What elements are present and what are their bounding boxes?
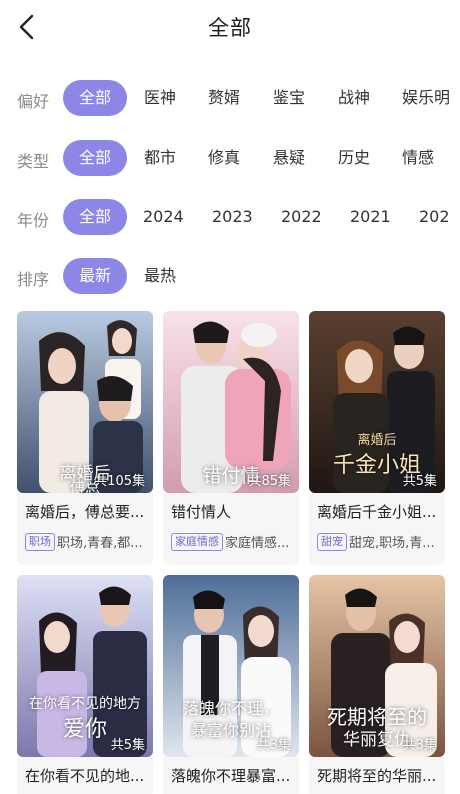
filter-chip-all[interactable]: 全部 <box>63 199 127 235</box>
filter-chip[interactable]: 医神 <box>144 80 176 116</box>
drama-card[interactable]: 落魄你不理， 暴富你别沾 共3集 落魄你不理暴富... <box>163 575 299 794</box>
episode-count: 共105集 <box>94 474 145 489</box>
filter-label: 排序 <box>17 270 50 289</box>
filter-chip[interactable]: 赘婿 <box>208 80 240 116</box>
filter-chip-all[interactable]: 全部 <box>63 140 127 176</box>
poster-subtitle: 离婚后 <box>357 433 397 448</box>
poster-title: 在你看不见的地方 <box>29 696 141 712</box>
filter-label: 类型 <box>17 152 50 171</box>
filter-chip-all[interactable]: 全部 <box>63 80 127 116</box>
episode-count: 共5集 <box>402 474 437 489</box>
filter-chip[interactable]: 鉴宝 <box>273 80 305 116</box>
card-info: 在你看不见的地... <box>17 757 153 794</box>
drama-card[interactable]: 错付情 共85集 错付情人 家庭情感 家庭情感... <box>163 311 299 565</box>
header: 全部 <box>0 0 460 56</box>
drama-title: 死期将至的华丽... <box>317 767 437 785</box>
page-title: 全部 <box>208 16 252 40</box>
card-info: 落魄你不理暴富... <box>163 757 299 794</box>
filter-chip[interactable]: 202 <box>419 199 450 235</box>
filter-chip[interactable]: 历史 <box>338 140 370 176</box>
filter-row-year: 年份 全部 2024 2023 2022 2021 202 <box>0 199 460 235</box>
card-info: 错付情人 家庭情感 家庭情感... <box>163 493 299 565</box>
filter-chip[interactable]: 2024 <box>143 199 184 235</box>
drama-poster[interactable]: 在你看不见的地方 爱你 共5集 <box>17 575 153 757</box>
card-info: 离婚后，傅总要... 职场 职场,青春,都... <box>17 493 153 565</box>
episode-count: 共85集 <box>248 474 291 489</box>
drama-poster[interactable]: 错付情 共85集 <box>163 311 299 493</box>
drama-title: 落魄你不理暴富... <box>171 767 291 785</box>
filter-chip[interactable]: 2022 <box>281 199 322 235</box>
tag-row: 甜宠 甜宠,职场,青... <box>317 531 443 551</box>
tag-row: 职场 职场,青春,都... <box>25 531 151 551</box>
tag-row: 家庭情感 家庭情感... <box>171 531 297 551</box>
filter-chip[interactable]: 修真 <box>208 140 240 176</box>
card-info: 死期将至的华丽... <box>309 757 445 794</box>
filter-chip[interactable]: 悬疑 <box>273 140 305 176</box>
filter-row-sort: 排序 最新 最热 <box>0 258 460 294</box>
filter-row-preference: 偏好 全部 医神 赘婿 鉴宝 战神 娱乐明 <box>0 80 460 116</box>
drama-title: 错付情人 <box>171 503 232 521</box>
filter-chip[interactable]: 娱乐明 <box>402 80 450 116</box>
episode-count: 共3集 <box>256 738 291 753</box>
drama-card[interactable]: 死期将至的 华丽复仇 共3集 死期将至的华丽... <box>309 575 445 794</box>
genre-tag: 甜宠 <box>317 532 347 551</box>
genre-tag: 家庭情感 <box>171 532 223 551</box>
drama-title: 离婚后千金小姐... <box>317 503 437 521</box>
sort-chip-newest[interactable]: 最新 <box>63 258 127 294</box>
drama-poster[interactable]: 落魄你不理， 暴富你别沾 共3集 <box>163 575 299 757</box>
drama-title: 离婚后，傅总要... <box>25 503 145 521</box>
genre-list: 家庭情感... <box>225 536 290 551</box>
filter-chip[interactable]: 情感 <box>402 140 434 176</box>
drama-card[interactable]: 离婚后 千金小姐 共5集 离婚后千金小姐... 甜宠 甜宠,职场,青... <box>309 311 445 565</box>
genre-list: 职场,青春,都... <box>57 536 143 551</box>
filter-chip[interactable]: 2021 <box>350 199 391 235</box>
drama-card[interactable]: 在你看不见的地方 爱你 共5集 在你看不见的地... <box>17 575 153 794</box>
drama-title: 在你看不见的地... <box>25 767 145 785</box>
filter-label: 年份 <box>17 211 50 230</box>
drama-poster[interactable]: 离婚后 傅总 共105集 <box>17 311 153 493</box>
episode-count: 共5集 <box>110 738 145 753</box>
genre-tag: 职场 <box>25 532 55 551</box>
poster-title: 落魄你不理， <box>182 699 279 718</box>
filter-chip[interactable]: 2023 <box>212 199 253 235</box>
filter-row-type: 类型 全部 都市 修真 悬疑 历史 情感 <box>0 140 460 176</box>
filter-label: 偏好 <box>17 92 50 111</box>
episode-count: 共3集 <box>402 738 437 753</box>
card-info: 离婚后千金小姐... 甜宠 甜宠,职场,青... <box>309 493 445 565</box>
genre-list: 甜宠,职场,青... <box>349 536 435 551</box>
filter-chip[interactable]: 都市 <box>144 140 176 176</box>
sort-chip-hottest[interactable]: 最热 <box>144 258 176 294</box>
drama-poster[interactable]: 离婚后 千金小姐 共5集 <box>309 311 445 493</box>
drama-card[interactable]: 离婚后 傅总 共105集 离婚后，傅总要... 职场 职场,青春,都... <box>17 311 153 565</box>
filter-chip[interactable]: 战神 <box>338 80 370 116</box>
drama-poster[interactable]: 死期将至的 华丽复仇 共3集 <box>309 575 445 757</box>
